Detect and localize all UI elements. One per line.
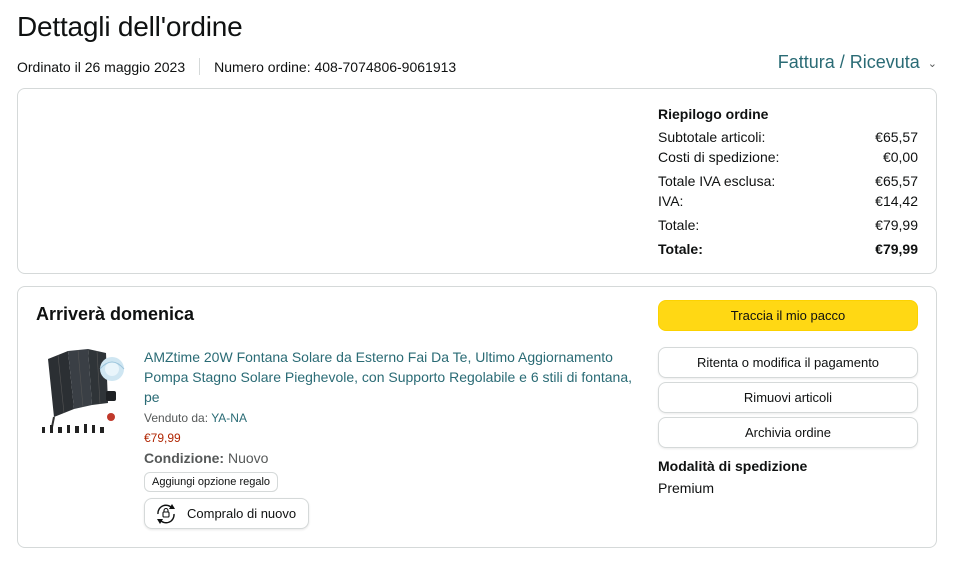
archive-order-button[interactable]: Archivia ordine (658, 417, 918, 448)
summary-row: Totale: €79,99 (658, 215, 918, 235)
sold-by-label: Venduto da: (144, 411, 209, 425)
delivery-status: Arriverà domenica (36, 304, 195, 324)
order-meta: Ordinato il 26 maggio 2023 Numero ordine… (17, 58, 456, 75)
summary-label: IVA: (658, 193, 684, 209)
summary-value: €65,57 (875, 129, 918, 145)
buy-again-icon (157, 503, 175, 524)
shipment-card: Arriverà domenica AMZtime 20W Fontana So… (17, 286, 937, 548)
retry-payment-button[interactable]: Ritenta o modifica il pagamento (658, 347, 918, 378)
summary-value: €0,00 (882, 149, 918, 165)
product-title-link[interactable]: AMZtime 20W Fontana Solare da Esterno Fa… (144, 347, 634, 407)
order-number: Numero ordine: 408-7074806-9061913 (214, 58, 457, 75)
invoice-dropdown[interactable]: Fattura / Ricevuta ⌄ (778, 52, 937, 73)
condition-value: Nuovo (228, 450, 269, 466)
summary-label: Totale: (658, 241, 703, 257)
summary-grand-total: Totale: €79,99 (658, 239, 918, 259)
add-gift-option-button[interactable]: Aggiungi opzione regalo (144, 472, 279, 492)
summary-label: Costi di spedizione: (658, 149, 780, 165)
summary-value: €65,57 (875, 173, 918, 189)
buy-again-button[interactable]: Compralo di nuovo (144, 498, 309, 529)
invoice-link-label[interactable]: Fattura / Ricevuta (778, 52, 920, 73)
product-price: €79,99 (144, 431, 181, 445)
summary-row: Costi di spedizione: €0,00 (658, 147, 918, 167)
product-image[interactable] (40, 347, 134, 439)
order-summary: Riepilogo ordine Subtotale articoli: €65… (658, 106, 918, 259)
seller-link[interactable]: YA-NA (211, 411, 247, 425)
order-date: Ordinato il 26 maggio 2023 (17, 58, 186, 75)
order-actions: Traccia il mio pacco Ritenta o modifica … (658, 300, 918, 496)
summary-row: Subtotale articoli: €65,57 (658, 127, 918, 147)
product-condition: Condizione: Nuovo (144, 448, 634, 468)
chevron-down-icon: ⌄ (927, 58, 937, 70)
summary-label: Totale IVA esclusa: (658, 173, 776, 189)
summary-value: €79,99 (875, 241, 918, 257)
remove-items-button[interactable]: Rimuovi articoli (658, 382, 918, 413)
summary-value: €14,42 (875, 193, 918, 209)
buy-again-label: Compralo di nuovo (187, 506, 297, 521)
summary-label: Subtotale articoli: (658, 129, 766, 145)
summary-value: €79,99 (875, 217, 918, 233)
summary-title: Riepilogo ordine (658, 106, 769, 122)
summary-row: IVA: €14,42 (658, 191, 918, 211)
summary-row: Totale IVA esclusa: €65,57 (658, 171, 918, 191)
product-info: AMZtime 20W Fontana Solare da Esterno Fa… (144, 347, 634, 529)
summary-label: Totale: (658, 217, 700, 233)
shipping-method-label: Modalità di spedizione (658, 458, 808, 474)
divider (199, 58, 201, 75)
order-summary-card: Riepilogo ordine Subtotale articoli: €65… (17, 88, 937, 274)
condition-label: Condizione: (144, 450, 225, 466)
page-title: Dettagli dell'ordine (17, 11, 243, 42)
track-package-button[interactable]: Traccia il mio pacco (658, 300, 918, 331)
shipping-method-value: Premium (658, 480, 715, 496)
sold-by: Venduto da: YA-NA (144, 409, 634, 427)
